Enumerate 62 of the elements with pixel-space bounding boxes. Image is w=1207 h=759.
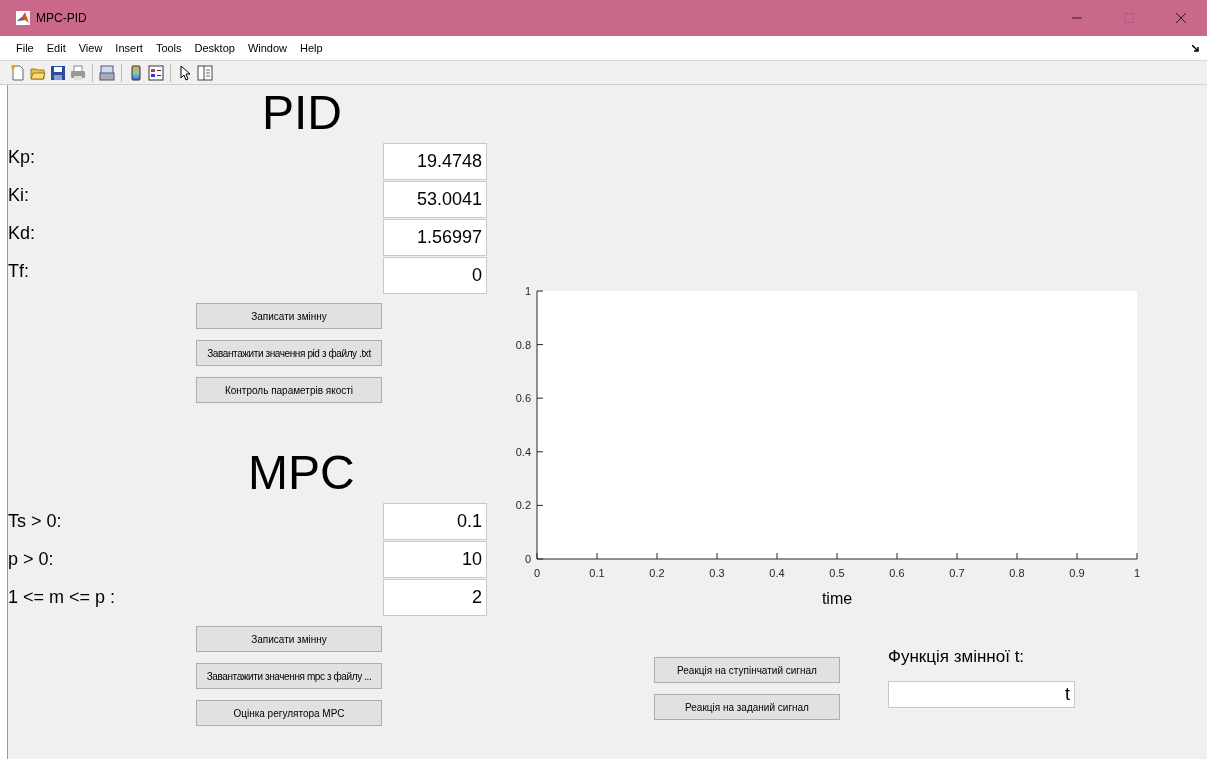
mpc-heading: MPC: [248, 447, 356, 499]
app-logo-icon: [16, 11, 30, 25]
x-tick-label: 0.9: [1069, 567, 1085, 579]
function-label: Функція змінної t:: [888, 647, 1026, 667]
y-tick-label: 1: [524, 285, 531, 297]
parameter-field[interactable]: 53.0041: [383, 181, 487, 218]
x-tick-label: 0.4: [769, 567, 785, 579]
y-tick-label: 0.4: [515, 445, 531, 458]
parameter-field[interactable]: 0.1: [383, 503, 487, 540]
menu-item[interactable]: Edit: [46, 42, 66, 54]
parameter-field[interactable]: 2: [383, 579, 487, 616]
menu-item[interactable]: Desktop: [194, 42, 235, 54]
parameter-field[interactable]: 1.56997: [383, 219, 487, 256]
linked-windows-icon[interactable]: [99, 64, 115, 81]
y-tick-label: 0.2: [515, 499, 531, 512]
x-tick-label: 0.2: [649, 567, 665, 579]
y-tick-label: 0.6: [515, 392, 531, 405]
parameter-label: Kp:: [8, 146, 37, 169]
menu-item[interactable]: Tools: [155, 42, 182, 54]
close-icon[interactable]: [1175, 12, 1187, 24]
parameter-label: Ki:: [8, 184, 30, 207]
parameter-label: Tf:: [8, 260, 30, 283]
parameter-field[interactable]: 10: [383, 541, 487, 578]
function-field[interactable]: t: [888, 681, 1075, 708]
y-tick-label: 0.8: [515, 338, 531, 351]
x-tick-label: 0.1: [589, 567, 605, 579]
menu-item[interactable]: View: [78, 42, 103, 54]
parameter-field[interactable]: 19.4748: [383, 143, 487, 180]
dock-arrow-icon[interactable]: [1192, 44, 1199, 52]
action-button[interactable]: Оцінка регулятора MPC: [196, 700, 382, 726]
colorbar-icon[interactable]: [128, 64, 144, 81]
x-tick-label: 0.3: [709, 567, 725, 579]
action-button[interactable]: Записати змінну: [196, 626, 382, 652]
x-tick-label: 0.6: [889, 567, 905, 579]
x-axis-label: time: [821, 590, 853, 607]
parameter-label: Kd:: [8, 222, 37, 245]
menu-item[interactable]: Window: [247, 42, 288, 54]
pointer-icon[interactable]: [177, 64, 193, 81]
pid-heading: PID: [262, 87, 343, 139]
menu-item[interactable]: File: [16, 42, 34, 54]
response-button[interactable]: Реакція на заданий сигнал: [654, 694, 840, 720]
y-tick-label: 0: [524, 553, 531, 565]
menu-item[interactable]: Help: [300, 42, 323, 54]
x-tick-label: 0: [533, 567, 541, 579]
window-title: MPC-PID: [36, 11, 87, 25]
x-tick-label: 0.8: [1009, 567, 1025, 579]
x-tick-label: 0.5: [829, 567, 845, 579]
parameter-label: Ts > 0:: [8, 510, 63, 533]
property-panel-icon[interactable]: [197, 64, 213, 81]
parameter-label: p > 0:: [8, 548, 55, 571]
action-button[interactable]: Записати змінну: [196, 303, 382, 329]
action-button[interactable]: Контроль параметрів якості: [196, 377, 382, 403]
action-button[interactable]: Завантажити значення pid з файлу .txt: [196, 340, 382, 366]
save-icon[interactable]: [50, 64, 66, 81]
x-tick-label: 0.7: [949, 567, 965, 579]
menu-item[interactable]: Insert: [115, 42, 143, 54]
response-button[interactable]: Реакція на ступінчатий сигнал: [654, 657, 840, 683]
parameter-label: 1 <= m <= p :: [8, 586, 117, 609]
action-button[interactable]: Завантажити значення mpc з файлу ...: [196, 663, 382, 689]
legend-icon[interactable]: [148, 64, 164, 81]
x-tick-label: 1: [1133, 567, 1141, 579]
parameter-field[interactable]: 0: [383, 257, 487, 294]
